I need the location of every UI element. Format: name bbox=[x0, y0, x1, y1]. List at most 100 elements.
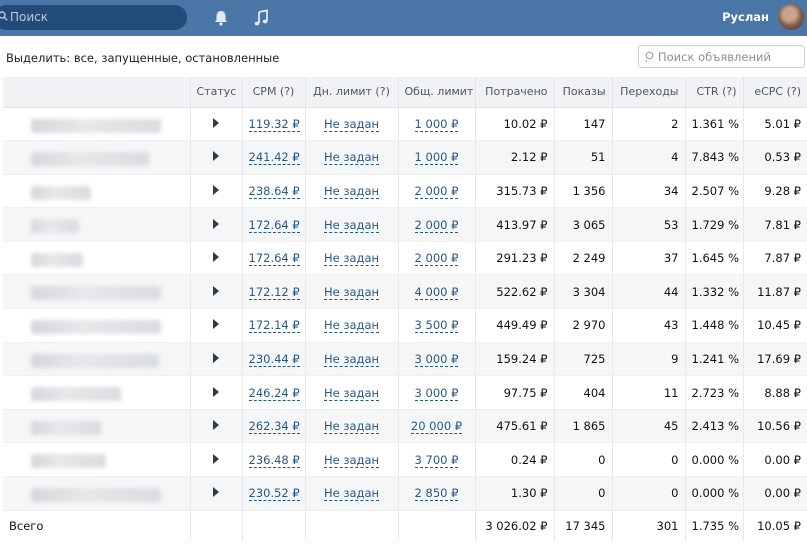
ctr-cell: 1.448 % bbox=[684, 308, 743, 343]
cpm-link[interactable]: 241.42 ₽ bbox=[248, 150, 300, 166]
day-limit-link[interactable]: Не задан bbox=[323, 116, 380, 132]
day-limit-link[interactable]: Не задан bbox=[323, 150, 380, 166]
total-limit-link[interactable]: 3 000 ₽ bbox=[414, 385, 459, 401]
col-day-limit-header[interactable]: Дн. лимит (?) bbox=[304, 77, 398, 108]
bell-icon[interactable] bbox=[212, 9, 230, 27]
ad-name-cell[interactable] bbox=[3, 476, 190, 511]
ad-name-cell[interactable] bbox=[3, 342, 190, 377]
total-limit-link[interactable]: 2 000 ₽ bbox=[414, 217, 459, 233]
cpm-cell: 172.64 ₽ bbox=[241, 207, 305, 242]
table-row[interactable]: 241.42 ₽ Не задан 1 000 ₽ 2.12 ₽51 4 7.843 % 0… bbox=[3, 140, 807, 175]
total-limit-link[interactable]: 3 000 ₽ bbox=[414, 351, 459, 367]
music-icon[interactable] bbox=[252, 9, 270, 27]
ad-name-cell[interactable] bbox=[3, 308, 190, 343]
table-row[interactable]: 172.64 ₽ Не задан 2 000 ₽ 291.23 ₽2 249 37 1.… bbox=[3, 241, 807, 276]
table-row[interactable]: 262.34 ₽ Не задан 20 000 ₽ 475.61 ₽1 865 45 2… bbox=[3, 409, 807, 444]
day-limit-link[interactable]: Не задан bbox=[323, 385, 380, 401]
cpm-link[interactable]: 230.44 ₽ bbox=[248, 351, 300, 367]
total-limit-link[interactable]: 2 000 ₽ bbox=[414, 183, 459, 199]
play-icon[interactable] bbox=[213, 184, 219, 195]
table-row[interactable]: 172.64 ₽ Не задан 2 000 ₽ 413.97 ₽3 065 53 1.… bbox=[3, 207, 807, 242]
play-icon[interactable] bbox=[213, 453, 219, 464]
col-ctr-header[interactable]: CTR (?) bbox=[684, 77, 743, 108]
cpm-link[interactable]: 230.52 ₽ bbox=[248, 486, 300, 502]
cpm-link[interactable]: 119.32 ₽ bbox=[248, 116, 300, 132]
filter-running-link[interactable]: запущенные, bbox=[101, 51, 181, 65]
total-limit-link[interactable]: 2 850 ₽ bbox=[414, 486, 459, 502]
total-limit-link[interactable]: 1 000 ₽ bbox=[414, 150, 459, 166]
cpm-link[interactable]: 172.14 ₽ bbox=[248, 318, 300, 334]
play-icon[interactable] bbox=[213, 420, 219, 431]
total-limit-link[interactable]: 3 700 ₽ bbox=[414, 452, 459, 468]
total-limit-link[interactable]: 4 000 ₽ bbox=[414, 284, 459, 300]
ad-name-cell[interactable] bbox=[3, 107, 190, 142]
play-icon[interactable] bbox=[213, 352, 219, 363]
ad-name-cell[interactable] bbox=[3, 442, 190, 478]
play-icon[interactable] bbox=[213, 252, 219, 263]
play-icon[interactable] bbox=[213, 218, 219, 229]
cpm-link[interactable]: 238.64 ₽ bbox=[248, 183, 300, 199]
total-limit-link[interactable]: 3 500 ₽ bbox=[414, 318, 459, 334]
total-limit-link[interactable]: 1 000 ₽ bbox=[414, 116, 459, 132]
day-limit-link[interactable]: Не задан bbox=[323, 419, 380, 435]
table-row[interactable]: 230.44 ₽ Не задан 3 000 ₽ 159.24 ₽725 9 1.241… bbox=[3, 342, 807, 377]
day-limit-link[interactable]: Не задан bbox=[323, 217, 380, 233]
day-limit-link[interactable]: Не задан bbox=[323, 251, 380, 267]
play-icon[interactable] bbox=[213, 386, 219, 397]
play-icon[interactable] bbox=[213, 117, 219, 128]
play-icon[interactable] bbox=[213, 319, 219, 330]
col-spent-header[interactable]: Потрачено bbox=[474, 77, 554, 108]
total-limit-cell: 2 000 ₽ bbox=[397, 207, 475, 242]
ad-name-cell[interactable] bbox=[3, 207, 190, 242]
play-icon[interactable] bbox=[213, 285, 219, 296]
col-ecpc-header[interactable]: eCPC (?) bbox=[742, 77, 807, 108]
totals-views: 17 345 bbox=[553, 509, 612, 542]
global-search-input[interactable]: Поиск bbox=[0, 5, 187, 30]
col-views-header[interactable]: Показы bbox=[553, 77, 612, 108]
ad-search-input[interactable]: Поиск объявлений bbox=[638, 45, 805, 68]
ad-name-cell[interactable] bbox=[3, 409, 190, 444]
ad-name-cell[interactable] bbox=[3, 140, 190, 175]
table-row[interactable]: 230.52 ₽ Не задан 2 850 ₽1.30 ₽0 0 0.000 % 0.… bbox=[3, 476, 807, 511]
day-limit-link[interactable]: Не задан bbox=[323, 318, 380, 334]
total-limit-cell: 1 000 ₽ bbox=[397, 140, 475, 175]
play-icon[interactable] bbox=[213, 487, 219, 498]
col-status-header[interactable]: Статус bbox=[189, 77, 242, 108]
ad-name-cell[interactable] bbox=[3, 274, 190, 310]
col-total-limit-header[interactable]: Общ. лимит bbox=[397, 77, 475, 108]
avatar[interactable] bbox=[778, 4, 804, 30]
day-limit-link[interactable]: Не задан bbox=[323, 452, 380, 468]
col-cpm-header[interactable]: CPM (?) bbox=[241, 77, 305, 108]
day-limit-link[interactable]: Не задан bbox=[323, 183, 380, 199]
spent-cell: 315.73 ₽ bbox=[474, 174, 554, 209]
ad-name-cell[interactable] bbox=[3, 241, 190, 276]
total-limit-link[interactable]: 20 000 ₽ bbox=[410, 419, 463, 435]
day-limit-link[interactable]: Не задан bbox=[323, 351, 380, 367]
cpm-link[interactable]: 172.12 ₽ bbox=[248, 284, 300, 300]
filter-stopped-link[interactable]: остановленные bbox=[185, 51, 279, 65]
ad-name-cell[interactable] bbox=[3, 375, 190, 410]
cpm-link[interactable]: 172.64 ₽ bbox=[248, 251, 300, 267]
play-icon[interactable] bbox=[213, 151, 219, 162]
cpm-link[interactable]: 246.24 ₽ bbox=[248, 385, 300, 401]
cpm-link[interactable]: 236.48 ₽ bbox=[248, 452, 300, 468]
ad-name-cell[interactable] bbox=[3, 174, 190, 209]
table-row[interactable]: 172.14 ₽ Не задан 3 500 ₽ 449.49 ₽2 970 43 1.… bbox=[3, 308, 807, 343]
table-row[interactable]: 236.48 ₽ Не задан 3 700 ₽0.24 ₽0 0 0.000 % 0.… bbox=[3, 442, 807, 478]
table-row[interactable]: 238.64 ₽ Не задан 2 000 ₽ 315.73 ₽1 356 34 2.… bbox=[3, 174, 807, 209]
day-limit-link[interactable]: Не задан bbox=[323, 486, 380, 502]
user-name[interactable]: Руслан bbox=[722, 10, 769, 24]
cpm-link[interactable]: 262.34 ₽ bbox=[248, 419, 300, 435]
table-row[interactable]: 246.24 ₽ Не задан 3 000 ₽ 97.75 ₽404 11 2.723… bbox=[3, 375, 807, 410]
table-row[interactable]: 119.32 ₽ Не задан 1 000 ₽ 10.02 ₽147 2 1.361 … bbox=[3, 107, 807, 142]
col-clicks-header[interactable]: Переходы bbox=[611, 77, 685, 108]
total-limit-cell: 20 000 ₽ bbox=[397, 409, 475, 444]
total-limit-link[interactable]: 2 000 ₽ bbox=[414, 251, 459, 267]
cpm-link[interactable]: 172.64 ₽ bbox=[248, 217, 300, 233]
filter-all-link[interactable]: все, bbox=[74, 51, 98, 65]
day-limit-link[interactable]: Не задан bbox=[323, 284, 380, 300]
clicks-cell: 0 bbox=[611, 476, 685, 511]
top-navbar: Поиск Руслан bbox=[0, 0, 807, 36]
totals-ecpc: 10.05 ₽ bbox=[742, 509, 807, 542]
table-row[interactable]: 172.12 ₽ Не задан 4 000 ₽ 522.62 ₽3 304 44 1.… bbox=[3, 274, 807, 310]
